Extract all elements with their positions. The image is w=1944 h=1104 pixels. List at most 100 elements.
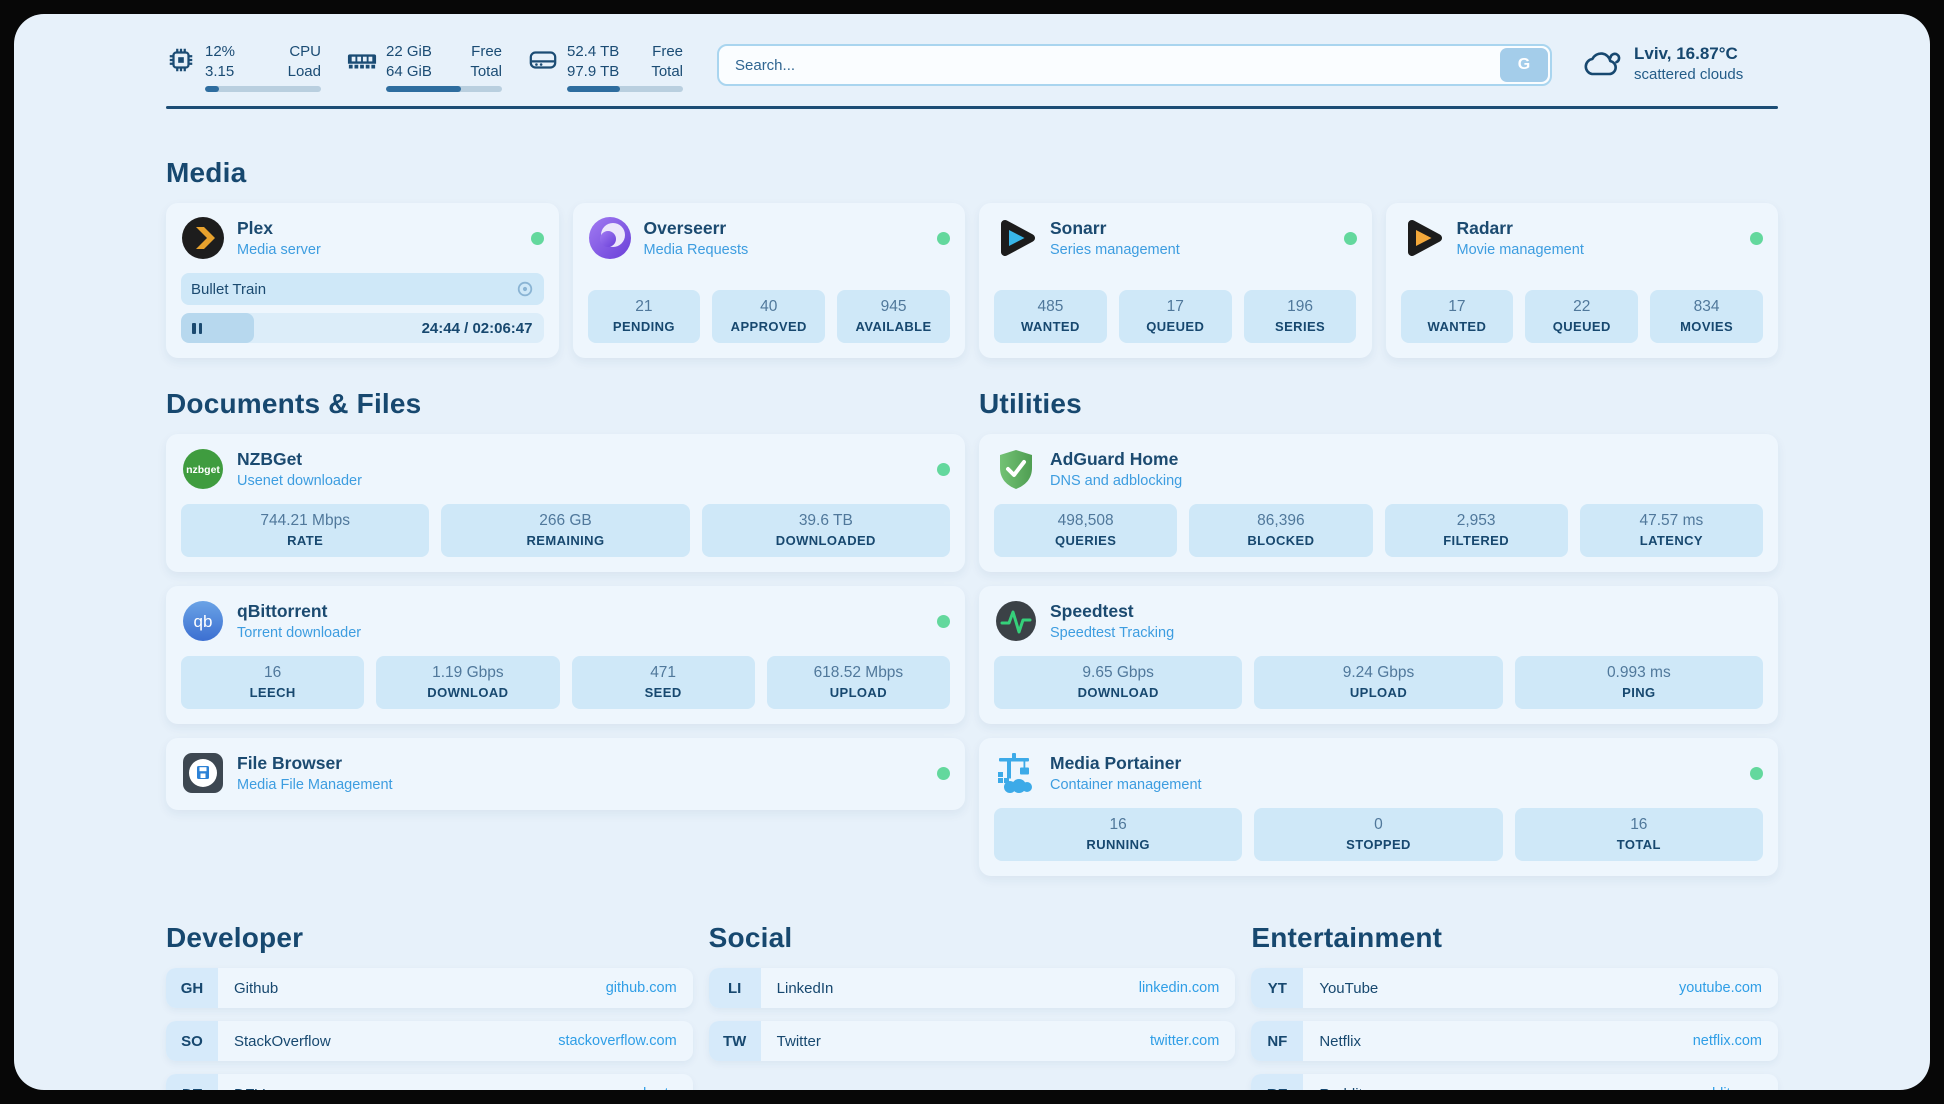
disk-total-label: Total bbox=[651, 62, 683, 82]
status-dot bbox=[1750, 767, 1763, 780]
stat-blocked: 86,396 BLOCKED bbox=[1189, 504, 1372, 557]
bookmark-url[interactable]: github.com bbox=[606, 980, 677, 996]
bookmark-abbr: GH bbox=[166, 968, 218, 1008]
bookmark-netflix[interactable]: NF Netflix netflix.com bbox=[1251, 1021, 1778, 1061]
stat-remaining: 266 GB REMAINING bbox=[441, 504, 689, 557]
card-nzbget[interactable]: nzbget NZBGet Usenet downloader 74 bbox=[166, 434, 965, 572]
app-subtitle: Usenet downloader bbox=[237, 473, 362, 489]
plex-icon bbox=[181, 216, 225, 260]
card-sonarr[interactable]: Sonarr Series management 485 WANTED 17 Q… bbox=[979, 203, 1372, 358]
bookmark-youtube[interactable]: YT YouTube youtube.com bbox=[1251, 968, 1778, 1008]
filebrowser-icon bbox=[181, 751, 225, 795]
search-bar: G bbox=[717, 44, 1552, 86]
bookmark-abbr: NF bbox=[1251, 1021, 1303, 1061]
app-title: Overseerr bbox=[644, 218, 749, 238]
bookmark-name: Netflix bbox=[1319, 1033, 1361, 1050]
app-subtitle: Series management bbox=[1050, 242, 1180, 258]
app-subtitle: Speedtest Tracking bbox=[1050, 625, 1174, 641]
bookmark-abbr: RE bbox=[1251, 1074, 1303, 1090]
section-developer: Developer GH Github github.com SO StackO… bbox=[166, 922, 693, 1090]
bookmark-twitter[interactable]: TW Twitter twitter.com bbox=[709, 1021, 1236, 1061]
cpu-label: CPU bbox=[288, 42, 321, 62]
card-qbittorrent[interactable]: qb qBittorrent Torrent downloader bbox=[166, 586, 965, 724]
memory-widget: 22 GiB 64 GiB Free Total bbox=[347, 42, 502, 92]
app-title: File Browser bbox=[237, 753, 393, 773]
card-adguard[interactable]: AdGuard Home DNS and adblocking 498,508 … bbox=[979, 434, 1778, 572]
radarr-icon bbox=[1401, 216, 1445, 260]
header-divider bbox=[166, 106, 1778, 109]
card-plex[interactable]: Plex Media server Bullet Train bbox=[166, 203, 559, 358]
stat-download: 9.65 Gbps DOWNLOAD bbox=[994, 656, 1242, 709]
now-playing-icon[interactable] bbox=[516, 280, 534, 298]
bookmark-dev[interactable]: DT DEV dev.to bbox=[166, 1074, 693, 1090]
ram-total-label: Total bbox=[470, 62, 502, 82]
stat-latency: 47.57 ms LATENCY bbox=[1580, 504, 1763, 557]
section-title-developer: Developer bbox=[166, 922, 693, 954]
bookmark-linkedin[interactable]: LI LinkedIn linkedin.com bbox=[709, 968, 1236, 1008]
bookmark-url[interactable]: linkedin.com bbox=[1139, 980, 1220, 996]
bookmark-abbr: YT bbox=[1251, 968, 1303, 1008]
stat-wanted: 17 WANTED bbox=[1401, 290, 1514, 343]
speedtest-icon bbox=[994, 599, 1038, 643]
search-engine-button[interactable]: G bbox=[1500, 48, 1548, 82]
stat-total: 16 TOTAL bbox=[1515, 808, 1763, 861]
stat-approved: 40 APPROVED bbox=[712, 290, 825, 343]
section-title-utilities: Utilities bbox=[979, 388, 1778, 420]
pause-button[interactable] bbox=[192, 323, 202, 334]
bookmark-stackoverflow[interactable]: SO StackOverflow stackoverflow.com bbox=[166, 1021, 693, 1061]
stat-pending: 21 PENDING bbox=[588, 290, 701, 343]
header: 12% 3.15 CPU Load bbox=[166, 30, 1778, 92]
stat-available: 945 AVAILABLE bbox=[837, 290, 950, 343]
cpu-load: 3.15 bbox=[205, 62, 235, 82]
bookmark-reddit[interactable]: RE Reddit reddit.com bbox=[1251, 1074, 1778, 1090]
bookmark-abbr: TW bbox=[709, 1021, 761, 1061]
bookmark-name: StackOverflow bbox=[234, 1033, 331, 1050]
app-subtitle: Torrent downloader bbox=[237, 625, 361, 641]
status-dot bbox=[531, 232, 544, 245]
disk-total: 97.9 TB bbox=[567, 62, 619, 82]
bookmark-url[interactable]: youtube.com bbox=[1679, 980, 1762, 996]
disk-free-label: Free bbox=[651, 42, 683, 62]
app-title: AdGuard Home bbox=[1050, 449, 1182, 469]
stat-leech: 16 LEECH bbox=[181, 656, 364, 709]
stat-movies: 834 MOVIES bbox=[1650, 290, 1763, 343]
bookmark-url[interactable]: stackoverflow.com bbox=[558, 1033, 676, 1049]
cpu-load-label: Load bbox=[288, 62, 321, 82]
svg-text:qb: qb bbox=[194, 612, 213, 631]
card-portainer[interactable]: Media Portainer Container management 16 … bbox=[979, 738, 1778, 876]
bookmark-abbr: DT bbox=[166, 1074, 218, 1090]
status-dot bbox=[937, 767, 950, 780]
bookmark-url[interactable]: reddit.com bbox=[1694, 1086, 1762, 1090]
status-dot bbox=[937, 232, 950, 245]
section-title-social: Social bbox=[709, 922, 1236, 954]
bookmark-url[interactable]: twitter.com bbox=[1150, 1033, 1219, 1049]
app-title: Plex bbox=[237, 218, 321, 238]
now-playing-row: Bullet Train bbox=[181, 273, 544, 305]
bookmark-github[interactable]: GH Github github.com bbox=[166, 968, 693, 1008]
section-title-media: Media bbox=[166, 157, 1778, 189]
bookmark-url[interactable]: dev.to bbox=[638, 1086, 676, 1090]
stat-upload: 618.52 Mbps UPLOAD bbox=[767, 656, 950, 709]
stat-stopped: 0 STOPPED bbox=[1254, 808, 1502, 861]
sonarr-icon bbox=[994, 216, 1038, 260]
weather-condition: scattered clouds bbox=[1634, 66, 1743, 83]
nzbget-icon: nzbget bbox=[181, 447, 225, 491]
status-dot bbox=[1344, 232, 1357, 245]
card-overseerr[interactable]: Overseerr Media Requests 21 PENDING 40 A… bbox=[573, 203, 966, 358]
bookmark-url[interactable]: netflix.com bbox=[1693, 1033, 1762, 1049]
app-subtitle: DNS and adblocking bbox=[1050, 473, 1182, 489]
search-input[interactable] bbox=[717, 44, 1552, 86]
stat-queued: 22 QUEUED bbox=[1525, 290, 1638, 343]
overseerr-icon bbox=[588, 216, 632, 260]
stat-series: 196 SERIES bbox=[1244, 290, 1357, 343]
cpu-icon bbox=[166, 45, 196, 75]
app-title: Speedtest bbox=[1050, 601, 1174, 621]
app-title: Radarr bbox=[1457, 218, 1584, 238]
card-speedtest[interactable]: Speedtest Speedtest Tracking 9.65 Gbps D… bbox=[979, 586, 1778, 724]
disk-icon bbox=[528, 45, 558, 75]
disk-progressbar bbox=[567, 86, 683, 92]
card-radarr[interactable]: Radarr Movie management 17 WANTED 22 QUE… bbox=[1386, 203, 1779, 358]
card-filebrowser[interactable]: File Browser Media File Management bbox=[166, 738, 965, 810]
qbittorrent-icon: qb bbox=[181, 599, 225, 643]
app-subtitle: Container management bbox=[1050, 777, 1202, 793]
